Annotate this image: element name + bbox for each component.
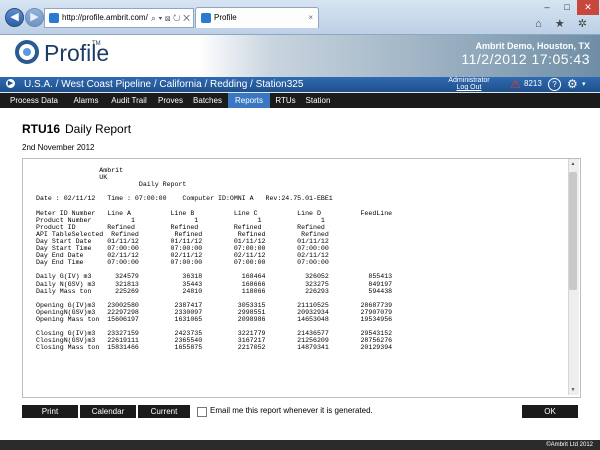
copyright: ©Ambrit Ltd 2012 (546, 442, 593, 448)
user-role: Administrator (448, 77, 490, 84)
minimize-button[interactable]: – (537, 0, 557, 15)
breadcrumb-arrow-icon[interactable]: ▶ (6, 79, 15, 88)
report-date: 2nd November 2012 (22, 143, 95, 152)
maximize-button[interactable]: □ (557, 0, 577, 15)
browser-tab[interactable]: Profile × (195, 7, 319, 28)
rtu-id: RTU16 (22, 122, 61, 136)
address-bar[interactable]: http://profile.ambrit.com/ ⌕ ▾ ⊠ ↻ ✕ (44, 8, 194, 28)
current-button[interactable]: Current (138, 405, 190, 418)
print-button[interactable]: Print (22, 405, 78, 418)
nav-proves[interactable]: Proves (154, 93, 187, 108)
tab-favicon-icon (201, 12, 211, 23)
organization-name: Ambrit Demo, Houston, TX (475, 41, 591, 51)
nav-process-data[interactable]: Process Data (0, 93, 68, 108)
ok-button[interactable]: OK (522, 405, 578, 418)
scroll-down-icon[interactable]: ▼ (568, 386, 578, 395)
user-info: Administrator Log Out (436, 77, 502, 91)
header-info: Ambrit Demo, Houston, TX 11/2/2012 17:05… (461, 41, 590, 67)
report-name: Daily Report (65, 122, 132, 136)
report-viewer[interactable]: Ambrit UK Daily Report Date : 02/11/12 T… (22, 158, 581, 398)
nav-reports[interactable]: Reports (228, 93, 270, 108)
url-text: http://profile.ambrit.com/ (62, 13, 148, 22)
nav-batches[interactable]: Batches (187, 93, 228, 108)
nav-station[interactable]: Station (301, 93, 335, 108)
logo-trademark: TM (92, 41, 101, 47)
tab-title: Profile (214, 13, 237, 22)
page-title: RTU16 Daily Report (22, 122, 131, 136)
nav-audit-trail[interactable]: Audit Trail (104, 93, 154, 108)
alarm-warning-icon[interactable]: ⚠ (510, 78, 521, 90)
report-text: Ambrit UK Daily Report Date : 02/11/12 T… (36, 167, 393, 352)
scroll-up-icon[interactable]: ▲ (568, 160, 578, 169)
profile-logo-dot (23, 48, 31, 56)
nav-alarms[interactable]: Alarms (68, 93, 104, 108)
close-tab-icon[interactable]: × (308, 8, 313, 28)
back-button[interactable]: ◀ (5, 8, 24, 27)
site-favicon-icon (49, 12, 59, 23)
email-report-checkbox[interactable] (197, 407, 207, 417)
nav-rtus[interactable]: RTUs (270, 93, 301, 108)
footer (0, 440, 600, 450)
settings-dropdown-icon[interactable]: ▾ (582, 80, 586, 88)
scrollbar-thumb[interactable] (569, 172, 577, 290)
close-window-button[interactable]: ✕ (577, 0, 599, 15)
browser-toolbar-icons[interactable]: ⌂ ★ ✲ (535, 17, 592, 30)
calendar-button[interactable]: Calendar (80, 405, 136, 418)
logout-link[interactable]: Log Out (436, 84, 502, 91)
email-report-label: Email me this report whenever it is gene… (210, 406, 373, 415)
help-icon[interactable]: ? (548, 78, 561, 91)
current-datetime: 11/2/2012 17:05:43 (461, 51, 590, 67)
settings-gear-icon[interactable]: ⚙ (567, 77, 578, 91)
breadcrumb[interactable]: U.S.A. / West Coast Pipeline / Californi… (24, 78, 303, 92)
address-tools[interactable]: ⌕ ▾ ⊠ ↻ ✕ (151, 9, 190, 27)
forward-button[interactable]: ▶ (25, 8, 44, 27)
alarm-count[interactable]: 8213 (524, 79, 542, 88)
